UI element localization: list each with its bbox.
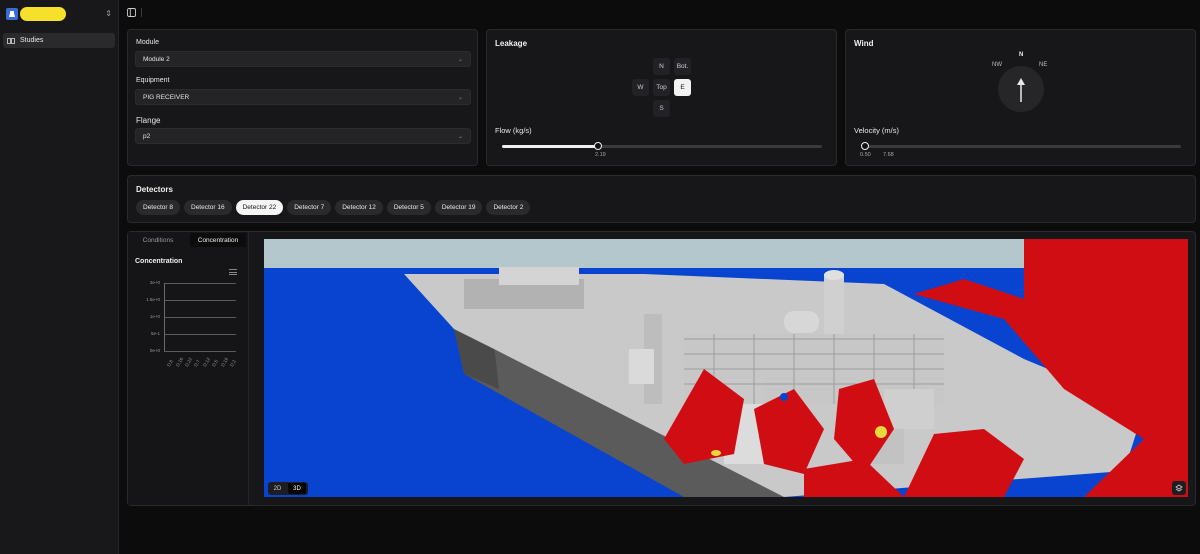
direction-bottom-button[interactable]: Bot. [674,58,691,75]
topbar [120,0,1200,25]
app-root: ⇕ Studies Module Module 2 ⌄ Equipment PI… [0,0,1200,554]
sidebar: ⇕ Studies [0,0,119,554]
module-value: Module 2 [143,55,170,63]
wind-card: Wind N NW NE Velocity (m/s) 0.50 7.68 [845,29,1196,166]
compass-ne: NE [1039,62,1048,68]
equipment-label: Equipment [136,77,170,84]
tab-conditions[interactable]: Conditions [130,233,186,247]
detector-button[interactable]: Detector 16 [184,200,232,215]
velocity-label: Velocity (m/s) [854,126,900,135]
layers-icon [1175,484,1183,492]
layers-button[interactable] [1172,481,1186,495]
chevron-down-icon: ⌄ [457,94,463,101]
direction-east-button[interactable]: E [674,79,691,96]
detector-button[interactable]: Detector 19 [434,200,483,215]
chevron-updown-icon[interactable]: ⇕ [105,10,112,18]
equipment-value: PIG RECEIVER [143,93,190,101]
x-tick-label: D.8 [165,358,174,368]
y-tick-label: 0e+0 [149,348,160,353]
detector-list: Detector 8 Detector 16 Detector 22 Detector… [136,200,534,215]
flow-value: 2.19 [595,152,606,158]
flow-slider-fill [502,145,598,148]
tab-concentration[interactable]: Concentration [190,233,246,247]
view-2d-button[interactable]: 2D [269,483,286,494]
velocity-slider-track[interactable] [861,145,1181,148]
chart-gridline [164,300,236,301]
flow-label: Flow (kg/s) [495,126,532,135]
concentration-chart: 2e+0 1.5e+0 1e+0 5e-1 0e+0 D.8 D.16 D.22 D.7 D.12… [140,275,240,375]
results-tabs: Conditions Concentration [130,233,246,247]
sidebar-header[interactable]: ⇕ [0,0,118,28]
flange-label: Flange [136,116,161,125]
detectors-title: Detectors [136,185,173,194]
direction-north-button[interactable]: N [653,58,670,75]
detector-button[interactable]: Detector 2 [486,200,531,215]
x-tick-label: D.5 [210,358,219,368]
book-icon [7,37,15,44]
leakage-card: Leakage N Bot. W Top E S Flow (kg/s) 2.1… [486,29,837,166]
detector-button[interactable]: Detector 22 [235,200,284,215]
detector-button[interactable]: Detector 7 [287,200,332,215]
chart-gridline [164,351,236,352]
velocity-slider-thumb[interactable] [861,142,869,150]
velocity-tick-max: 7.68 [883,152,894,158]
chart-gridline [164,334,236,335]
x-tick-label: D.7 [192,358,201,368]
direction-top-button[interactable]: Top [653,79,670,96]
detectors-card: Detectors Detector 8 Detector 16 Detector … [127,175,1196,223]
direction-south-button[interactable]: S [653,100,670,117]
concentration-title: Concentration [135,258,183,265]
y-tick-label: 2e+0 [149,280,160,285]
view-3d-button[interactable]: 3D [288,483,306,494]
scene-viewport[interactable] [264,239,1188,497]
x-tick-label: D.12 [201,356,211,368]
flow-slider-thumb[interactable] [594,142,602,150]
y-tick-label: 5e-1 [150,331,160,336]
x-tick-label: D.2 [228,358,237,368]
y-tick-label: 1e+0 [149,314,160,319]
x-tick-label: D.22 [183,356,193,368]
y-tick-label: 1.5e+0 [146,297,160,302]
detector-button[interactable]: Detector 12 [335,200,383,215]
leakage-title: Leakage [495,39,528,48]
chart-gridline [164,283,236,284]
sidebar-item-label: Studies [20,37,44,44]
app-logo-icon [6,8,18,20]
flange-select[interactable]: p2 ⌄ [135,128,471,144]
source-card: Module Module 2 ⌄ Equipment PIG RECEIVER… [127,29,478,166]
x-tick-label: D.16 [174,356,184,368]
module-label: Module [136,39,159,46]
chart-y-axis [164,283,165,351]
topbar-divider [141,8,142,17]
workspace-name-redacted [20,7,66,21]
x-tick-label: D.19 [219,356,229,368]
module-select[interactable]: Module 2 ⌄ [135,51,471,67]
equipment-select[interactable]: PIG RECEIVER ⌄ [135,89,471,105]
chart-gridline [164,317,236,318]
compass-n: N [1019,52,1024,58]
velocity-tick-min: 0.50 [860,152,871,158]
compass-nw: NW [992,62,1002,68]
flange-value: p2 [143,132,151,140]
sidebar-toggle-icon[interactable] [127,4,136,22]
detector-button[interactable]: Detector 8 [136,200,180,215]
sidebar-item-studies[interactable]: Studies [3,33,115,48]
fpso-3d-scene [264,239,1188,497]
wind-arrow-icon [1017,78,1025,102]
wind-title: Wind [854,39,874,48]
detector-button[interactable]: Detector 5 [386,200,431,215]
chevron-down-icon: ⌄ [457,56,463,63]
chevron-down-icon: ⌄ [457,133,463,140]
direction-west-button[interactable]: W [632,79,649,96]
